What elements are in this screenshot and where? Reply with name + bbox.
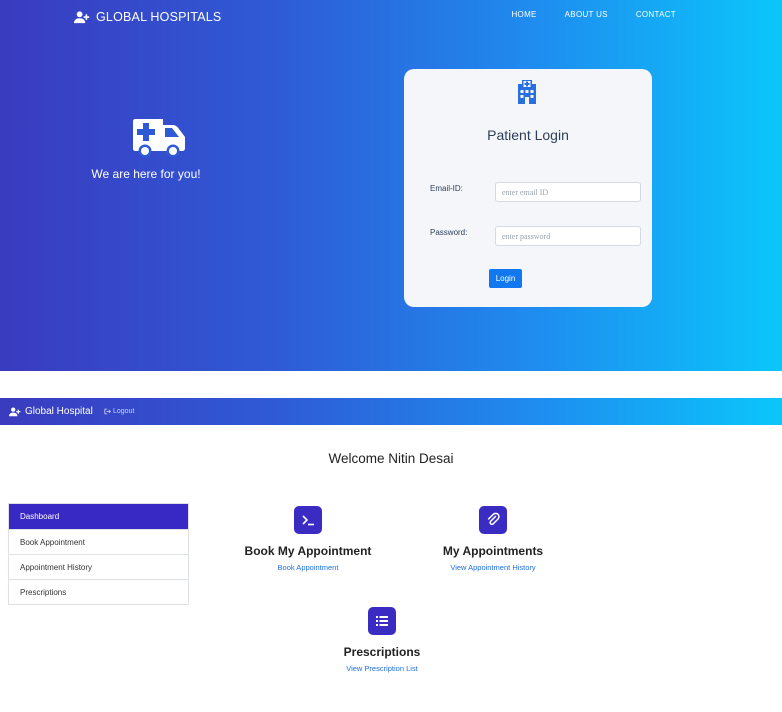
nav-home[interactable]: HOME	[511, 10, 536, 19]
hospital-icon	[518, 80, 536, 104]
user-plus-icon	[9, 406, 21, 416]
user-plus-icon	[74, 10, 90, 23]
appointment-history-link[interactable]: View Appointment History	[428, 563, 558, 572]
my-appointments-card: My Appointments View Appointment History	[428, 506, 558, 572]
password-label: Password:	[430, 228, 468, 237]
tagline: We are here for you!	[91, 167, 201, 181]
prescription-list-link[interactable]: View Prescription List	[332, 664, 432, 673]
login-hero: GLOBAL HOSPITALS HOME ABOUT US CONTACT W…	[0, 0, 782, 371]
hero-brand[interactable]: GLOBAL HOSPITALS	[74, 10, 221, 24]
top-nav: HOME ABOUT US CONTACT	[511, 10, 676, 19]
sidebar-item-dashboard[interactable]: Dashboard	[9, 504, 188, 529]
nav-about-us[interactable]: ABOUT US	[565, 10, 608, 19]
sidebar-item-prescriptions[interactable]: Prescriptions	[9, 579, 188, 604]
login-title: Patient Login	[487, 127, 569, 143]
terminal-icon[interactable]	[294, 506, 322, 534]
prescriptions-card: Prescriptions View Prescription List	[332, 607, 432, 673]
book-appointment-card: Book My Appointment Book Appointment	[238, 506, 378, 572]
sign-out-icon	[104, 408, 111, 415]
logout-label: Logout	[113, 408, 135, 415]
ambulance-icon	[133, 119, 185, 158]
my-appointments-title: My Appointments	[442, 544, 544, 558]
list-icon[interactable]	[368, 607, 396, 635]
nav-contact[interactable]: CONTACT	[636, 10, 676, 19]
email-input[interactable]	[495, 182, 641, 202]
logout-link[interactable]: Logout	[104, 408, 134, 415]
login-card: Patient Login Email-ID: Password: Login	[404, 69, 652, 307]
dashboard-brand-text: Global Hospital	[25, 406, 93, 417]
login-button[interactable]: Login	[489, 269, 522, 288]
sidebar-menu: Dashboard Book Appointment Appointment H…	[8, 503, 189, 605]
book-appointment-title: Book My Appointment	[244, 544, 372, 558]
hero-brand-text: GLOBAL HOSPITALS	[96, 10, 222, 24]
dashboard-navbar: Global Hospital Logout	[0, 398, 782, 425]
book-appointment-link[interactable]: Book Appointment	[238, 563, 378, 572]
dashboard-brand[interactable]: Global Hospital	[9, 406, 93, 417]
password-input[interactable]	[495, 226, 641, 246]
paperclip-icon[interactable]	[479, 506, 507, 534]
prescriptions-title: Prescriptions	[343, 645, 421, 659]
sidebar-item-book-appointment[interactable]: Book Appointment	[9, 529, 188, 554]
welcome-message: Welcome Nitin Desai	[328, 451, 454, 466]
email-label: Email-ID:	[430, 184, 463, 193]
sidebar-item-appointment-history[interactable]: Appointment History	[9, 554, 188, 579]
